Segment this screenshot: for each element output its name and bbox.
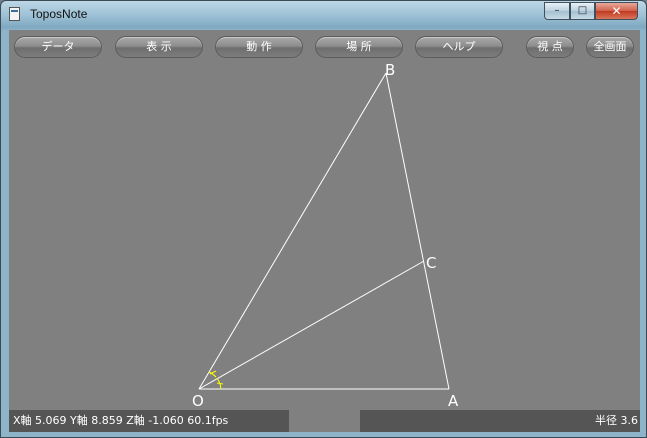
close-button[interactable]: ✕: [595, 2, 638, 20]
app-icon: [9, 7, 20, 21]
display-button[interactable]: 表 示: [115, 36, 203, 58]
radius-status: 半径 3.6: [360, 410, 640, 432]
client-area: データ 表 示 動 作 場 所 ヘルプ 視 点 全画面 O A B C X軸 5…: [9, 30, 640, 432]
coordinate-status: X軸 5.069 Y軸 8.859 Z軸 -1.060 60.1fps: [9, 410, 289, 432]
minimize-button[interactable]: –: [544, 2, 570, 20]
title-bar[interactable]: ToposNote – □ ✕: [1, 1, 646, 30]
segment-BA: [385, 72, 450, 390]
label-C: C: [426, 254, 436, 272]
maximize-icon: □: [577, 5, 588, 16]
label-O: O: [192, 392, 204, 410]
data-button[interactable]: データ: [14, 36, 102, 58]
place-button[interactable]: 場 所: [315, 36, 403, 58]
geometry-canvas[interactable]: O A B C: [9, 62, 640, 410]
fullscreen-button[interactable]: 全画面: [586, 36, 634, 58]
window-title: ToposNote: [30, 7, 88, 21]
segment-OC: [198, 260, 425, 390]
action-button[interactable]: 動 作: [215, 36, 303, 58]
close-icon: ✕: [611, 4, 622, 18]
view-button[interactable]: 視 点: [526, 36, 574, 58]
label-B: B: [385, 62, 395, 79]
app-window: ToposNote – □ ✕ データ 表 示 動 作 場 所 ヘルプ 視 点 …: [0, 0, 647, 438]
minimize-icon: –: [554, 5, 560, 16]
segment-OB: [198, 72, 387, 390]
angle-mark: [208, 370, 224, 390]
maximize-button[interactable]: □: [570, 2, 595, 20]
help-button[interactable]: ヘルプ: [415, 36, 503, 58]
window-frame-bottom: [1, 432, 646, 437]
label-A: A: [448, 392, 459, 410]
